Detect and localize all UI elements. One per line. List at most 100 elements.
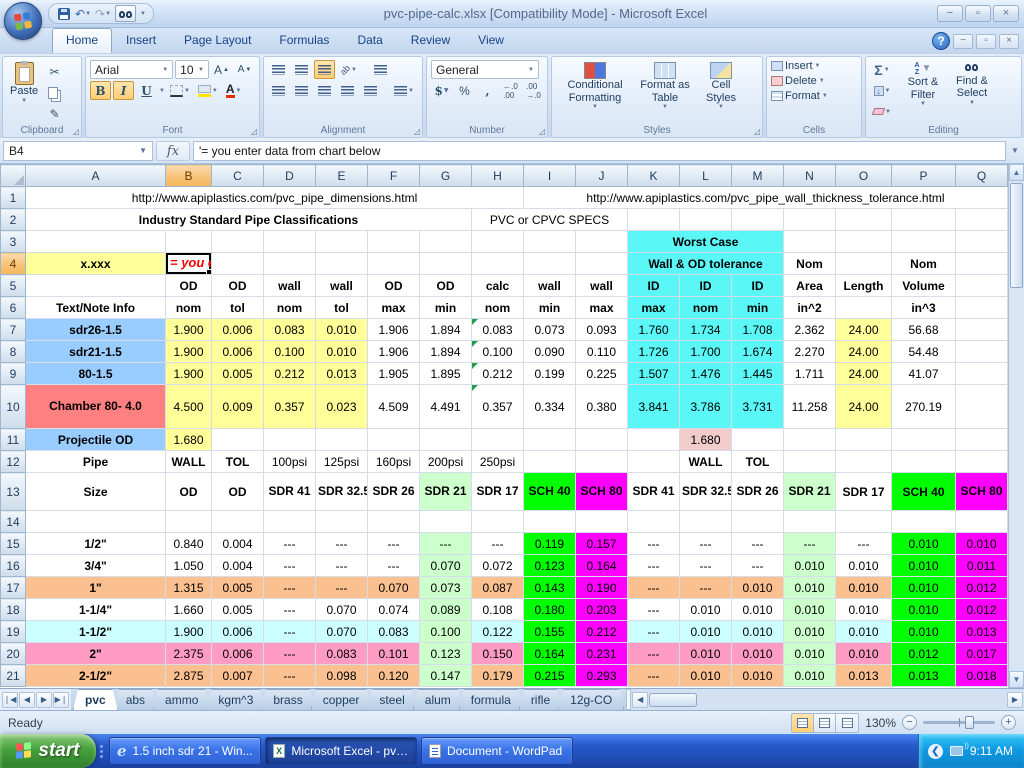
- cell-N15[interactable]: ---: [784, 533, 836, 555]
- cell[interactable]: [264, 231, 316, 253]
- cell[interactable]: [368, 511, 420, 533]
- cell[interactable]: [836, 209, 892, 231]
- fill-color-button[interactable]: ▼: [195, 81, 221, 100]
- column-header-K[interactable]: K: [628, 165, 680, 187]
- cell-N21[interactable]: 0.010: [784, 665, 836, 687]
- cell-L21[interactable]: 0.010: [680, 665, 732, 687]
- tab-home[interactable]: Home: [52, 28, 112, 53]
- cell[interactable]: [680, 511, 732, 533]
- cell-Q13[interactable]: SCH 80: [956, 473, 1008, 511]
- taskbar-item-excel[interactable]: X Microsoft Excel - pvc-...: [265, 737, 417, 765]
- page-break-view-button[interactable]: [836, 714, 858, 732]
- cell-E18[interactable]: 0.070: [316, 599, 368, 621]
- formula-input[interactable]: '= you enter data from chart below: [193, 141, 1006, 161]
- cell-A1[interactable]: http://www.apiplastics.com/pvc_pipe_dime…: [26, 187, 524, 209]
- cell-Q18[interactable]: 0.012: [956, 599, 1008, 621]
- row-header-21[interactable]: 21: [1, 665, 26, 687]
- cell-C10[interactable]: 0.009: [212, 385, 264, 429]
- cell-J17[interactable]: 0.190: [576, 577, 628, 599]
- cell-G18[interactable]: 0.089: [420, 599, 472, 621]
- cell-A21[interactable]: 2-1/2": [26, 665, 166, 687]
- cell-J6[interactable]: max: [576, 297, 628, 319]
- cell[interactable]: [784, 511, 836, 533]
- cell[interactable]: [892, 451, 956, 473]
- orientation-button[interactable]: ab▼: [337, 60, 360, 79]
- cell-O18[interactable]: 0.010: [836, 599, 892, 621]
- insert-cells-button[interactable]: Insert▼: [771, 60, 857, 72]
- cell-Q15[interactable]: 0.010: [956, 533, 1008, 555]
- cell-E17[interactable]: ---: [316, 577, 368, 599]
- cell-D19[interactable]: ---: [264, 621, 316, 643]
- cell-A6[interactable]: Text/Note Info: [26, 297, 166, 319]
- cell-J21[interactable]: 0.293: [576, 665, 628, 687]
- cell[interactable]: [576, 429, 628, 451]
- zoom-slider-thumb[interactable]: [965, 716, 974, 729]
- cell-N4[interactable]: Nom: [784, 253, 836, 275]
- scroll-right-icon[interactable]: ▶: [1007, 692, 1023, 708]
- cell-J9[interactable]: 0.225: [576, 363, 628, 385]
- cell[interactable]: [836, 429, 892, 451]
- cell[interactable]: [784, 429, 836, 451]
- cell-C12[interactable]: TOL: [212, 451, 264, 473]
- cell-B5[interactable]: OD: [166, 275, 212, 297]
- cell-F6[interactable]: max: [368, 297, 420, 319]
- cell-J16[interactable]: 0.164: [576, 555, 628, 577]
- cell[interactable]: [316, 231, 368, 253]
- cell-B11[interactable]: 1.680: [166, 429, 212, 451]
- column-header-H[interactable]: H: [472, 165, 524, 187]
- cell-F12[interactable]: 160psi: [368, 451, 420, 473]
- cell[interactable]: [732, 209, 784, 231]
- cell[interactable]: [472, 429, 524, 451]
- cell[interactable]: [576, 451, 628, 473]
- cell-O6[interactable]: [836, 297, 892, 319]
- cell[interactable]: [956, 275, 1008, 297]
- cell-O17[interactable]: 0.010: [836, 577, 892, 599]
- cell-L8[interactable]: 1.700: [680, 341, 732, 363]
- cell-B19[interactable]: 1.900: [166, 621, 212, 643]
- column-header-O[interactable]: O: [836, 165, 892, 187]
- cell[interactable]: [212, 231, 264, 253]
- comma-button[interactable]: ,: [477, 81, 498, 100]
- column-header-C[interactable]: C: [212, 165, 264, 187]
- cell-K21[interactable]: ---: [628, 665, 680, 687]
- clipboard-dialog-launcher-icon[interactable]: ◿: [73, 127, 79, 136]
- row-header-18[interactable]: 18: [1, 599, 26, 621]
- cell[interactable]: [892, 429, 956, 451]
- cell[interactable]: [576, 253, 628, 275]
- cell[interactable]: [524, 429, 576, 451]
- workbook-restore-button[interactable]: ▫: [976, 34, 996, 49]
- cell-A12[interactable]: Pipe: [26, 451, 166, 473]
- cell-B12[interactable]: WALL: [166, 451, 212, 473]
- insert-function-button[interactable]: fx: [156, 141, 190, 161]
- cell-J5[interactable]: wall: [576, 275, 628, 297]
- cell[interactable]: [836, 231, 892, 253]
- cell[interactable]: [212, 429, 264, 451]
- cell[interactable]: [836, 511, 892, 533]
- column-header-M[interactable]: M: [732, 165, 784, 187]
- qat-customize-button[interactable]: ▼: [140, 11, 146, 17]
- cell[interactable]: [628, 429, 680, 451]
- vertical-scrollbar[interactable]: ▲ ▼: [1008, 164, 1024, 688]
- align-left-button[interactable]: [268, 81, 289, 100]
- cell[interactable]: [212, 511, 264, 533]
- cell-Q21[interactable]: 0.018: [956, 665, 1008, 687]
- cell[interactable]: [368, 231, 420, 253]
- zoom-level[interactable]: 130%: [865, 716, 896, 730]
- cell-M10[interactable]: 3.731: [732, 385, 784, 429]
- scroll-down-icon[interactable]: ▼: [1009, 671, 1024, 688]
- cell-B10[interactable]: 4.500: [166, 385, 212, 429]
- cell-K5[interactable]: ID: [628, 275, 680, 297]
- cell-E9[interactable]: 0.013: [316, 363, 368, 385]
- align-right-button[interactable]: [314, 81, 335, 100]
- cell[interactable]: [956, 297, 1008, 319]
- undo-dropdown-icon[interactable]: ▼: [85, 11, 91, 17]
- cell[interactable]: [956, 429, 1008, 451]
- cell[interactable]: [166, 231, 212, 253]
- vertical-scroll-thumb[interactable]: [1010, 183, 1023, 288]
- cell-P5[interactable]: Volume: [892, 275, 956, 297]
- cell-I1[interactable]: http://www.apiplastics.com/pvc_pipe_wall…: [524, 187, 1008, 209]
- tab-page-layout[interactable]: Page Layout: [170, 28, 265, 53]
- cell-P15[interactable]: 0.010: [892, 533, 956, 555]
- cell-G9[interactable]: 1.895: [420, 363, 472, 385]
- percent-button[interactable]: %: [454, 81, 475, 100]
